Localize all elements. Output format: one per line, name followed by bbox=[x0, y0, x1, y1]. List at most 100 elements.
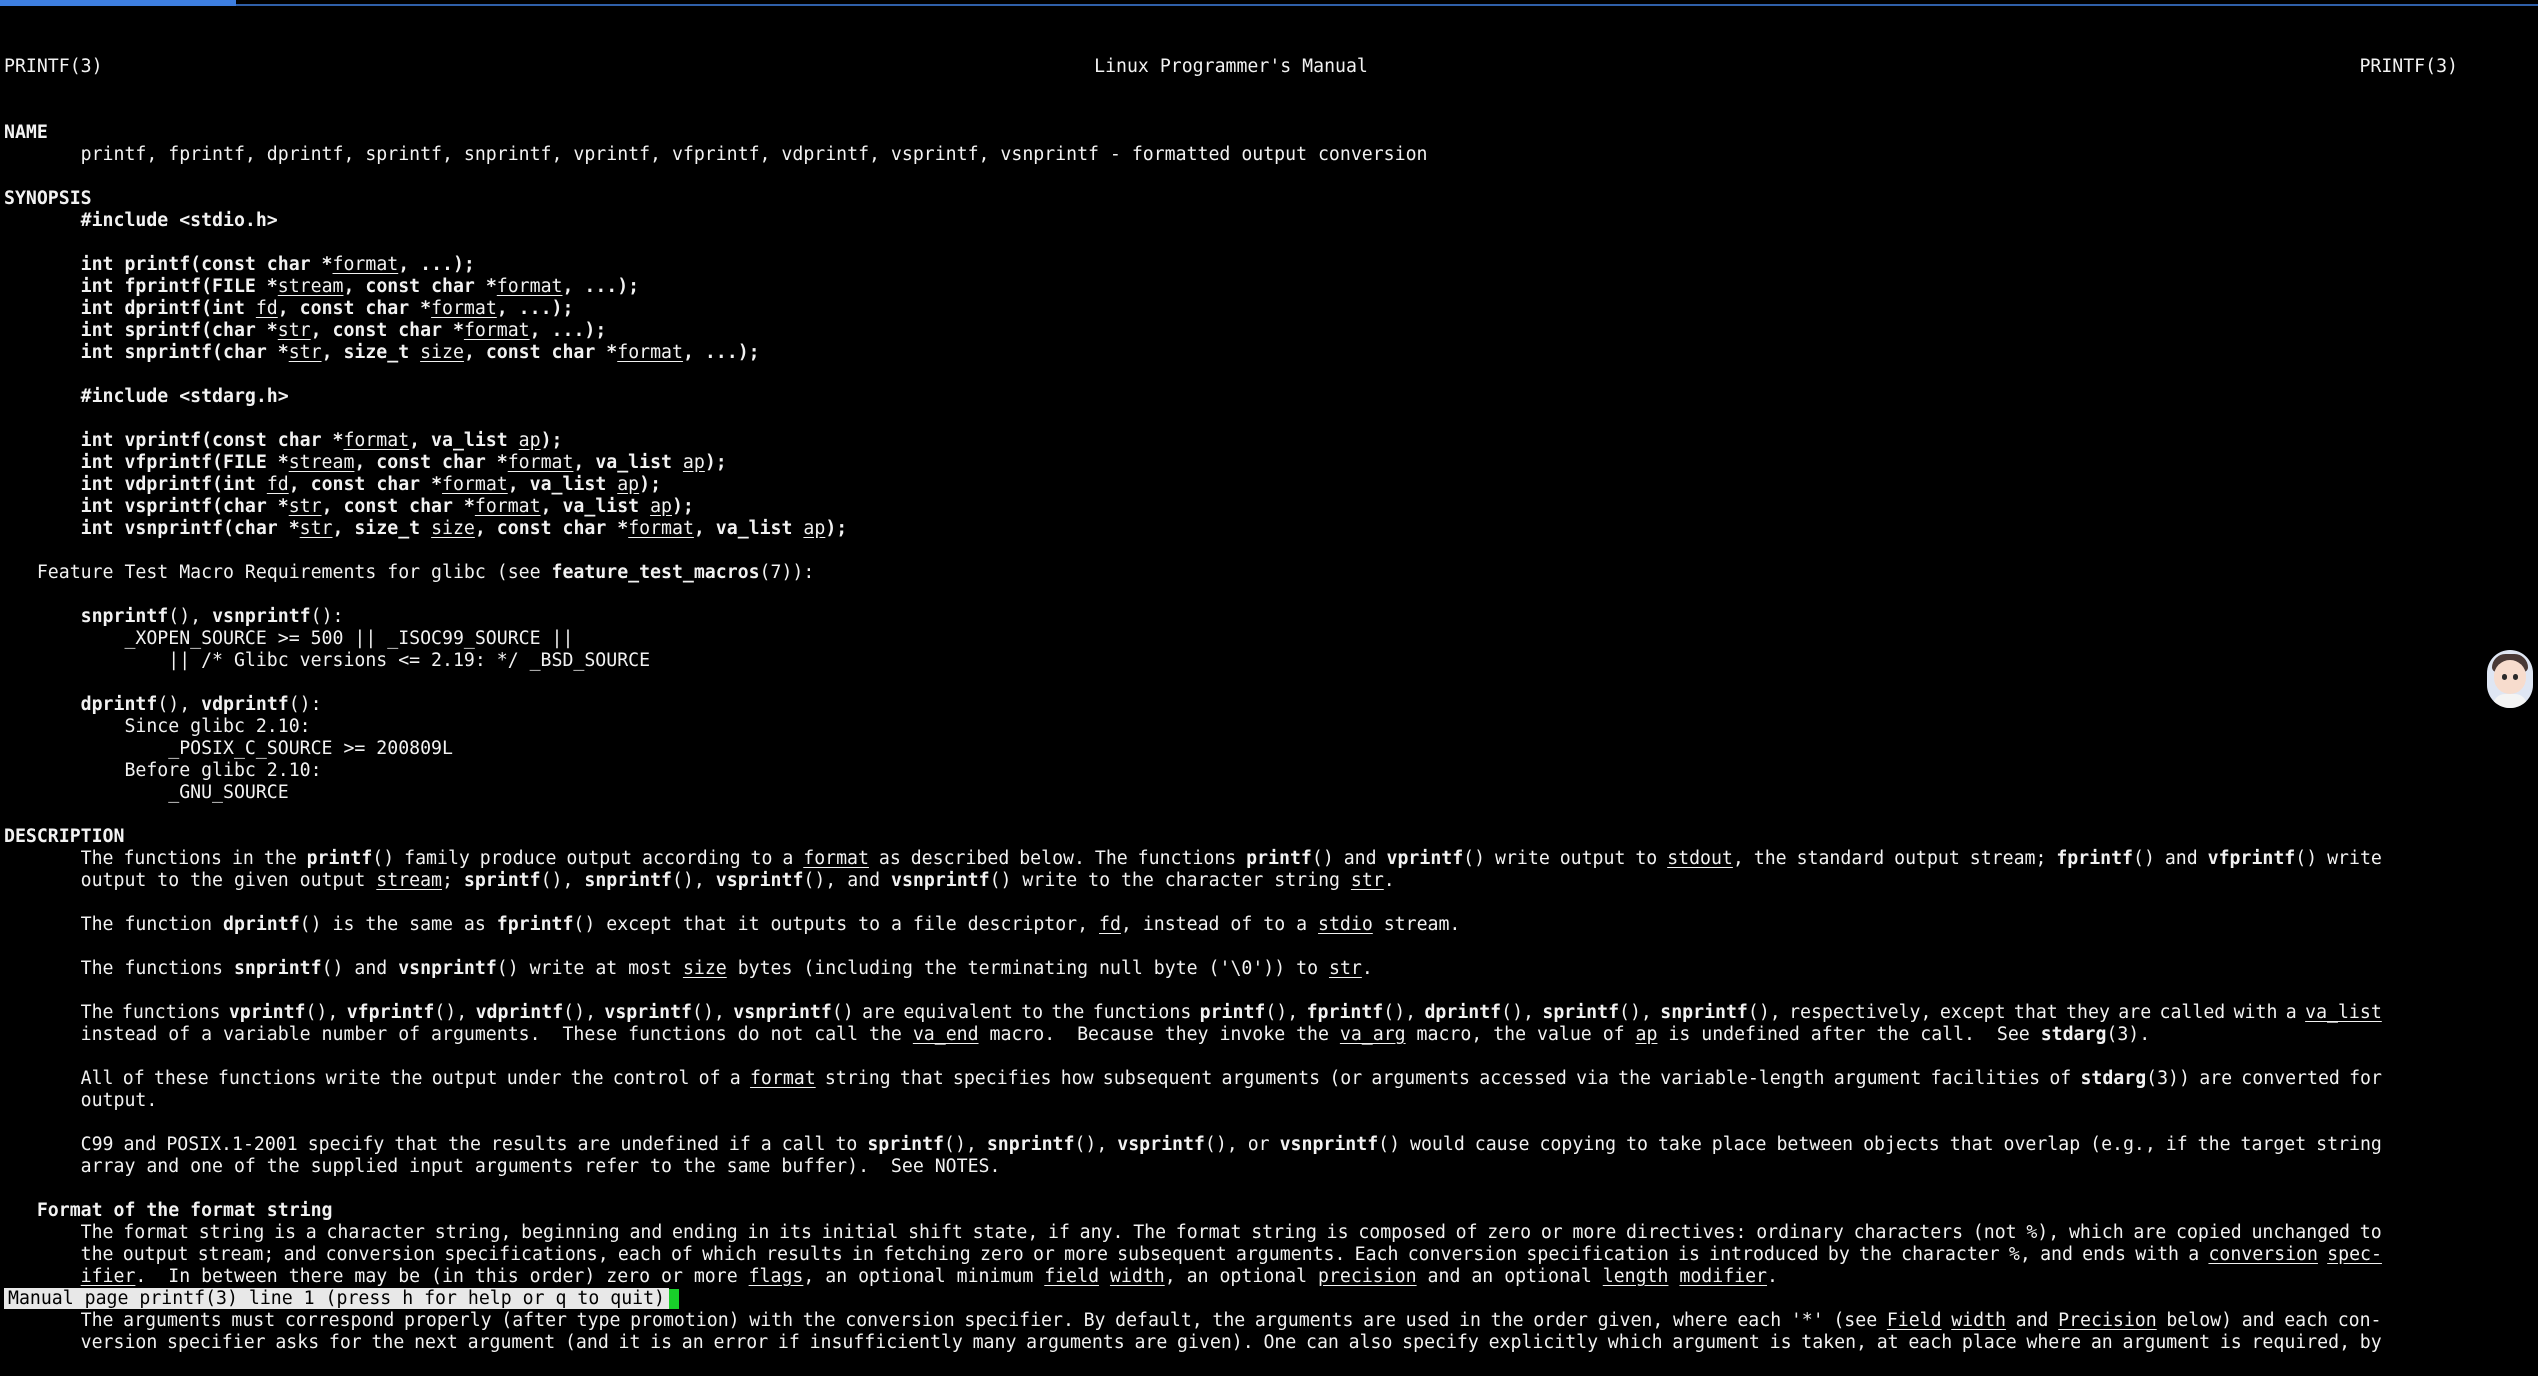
bold-text: vsnprintf bbox=[398, 958, 497, 979]
word: snprintf(), bbox=[986, 1134, 1108, 1155]
bold-text: snprintf bbox=[233, 958, 322, 979]
text bbox=[4, 276, 81, 297]
text: output. bbox=[4, 1090, 158, 1111]
bold-text: , const char * bbox=[288, 474, 443, 495]
word: it bbox=[618, 1332, 641, 1353]
word: cause bbox=[1474, 1134, 1530, 1155]
word: to bbox=[750, 848, 773, 869]
man-line bbox=[4, 232, 2474, 254]
word: functions bbox=[1137, 848, 1237, 869]
man-line bbox=[4, 166, 2474, 188]
word: output bbox=[431, 1068, 498, 1089]
word: fetching bbox=[883, 1244, 971, 1265]
underlined-text: va_end bbox=[912, 1024, 979, 1045]
text: (): bbox=[288, 694, 322, 715]
man-body: NAME printf, fprintf, dprintf, sprintf, … bbox=[4, 122, 2474, 1354]
underlined-text: stream bbox=[376, 870, 442, 891]
text: bytes (including the terminating null by… bbox=[726, 958, 1329, 979]
bold-text: , va_list bbox=[693, 518, 804, 539]
text: array and one of the supplied input argu… bbox=[4, 1156, 1001, 1177]
word: conversion bbox=[1407, 1244, 1518, 1265]
word: directives: bbox=[1626, 1222, 1747, 1243]
word: a bbox=[2285, 1002, 2297, 1023]
word: character bbox=[1901, 1244, 2000, 1265]
underlined-text: ifier bbox=[80, 1266, 136, 1287]
word: each bbox=[1737, 1310, 1782, 1331]
man-line bbox=[4, 804, 2474, 826]
word: the bbox=[1051, 1002, 1085, 1023]
text: Since glibc 2.10: bbox=[4, 716, 311, 737]
word: vsnprintf() bbox=[1279, 1134, 1401, 1155]
word: are bbox=[1134, 1332, 1168, 1353]
man-line bbox=[4, 672, 2474, 694]
bold-text: fprintf bbox=[496, 914, 574, 935]
bold-text: int sprintf(char * bbox=[80, 320, 278, 341]
word: sprintf(), bbox=[1542, 1002, 1652, 1023]
word: stdout, bbox=[1667, 848, 1744, 869]
bold-text: ); bbox=[671, 496, 694, 517]
text: (), and bbox=[803, 870, 892, 891]
word: sprintf(), bbox=[867, 1134, 977, 1155]
bold-text: , va_list bbox=[507, 474, 618, 495]
word: All bbox=[80, 1068, 114, 1089]
text bbox=[4, 474, 81, 495]
word: string bbox=[824, 1068, 891, 1089]
underlined-text: format bbox=[343, 430, 410, 451]
word: a bbox=[782, 848, 794, 869]
word: produce bbox=[479, 848, 557, 869]
word: write bbox=[325, 1068, 381, 1089]
bold-text: sprintf bbox=[463, 870, 541, 891]
underlined-text: precision bbox=[1318, 1266, 1417, 1287]
bold-text: #include <stdio.h> bbox=[80, 210, 278, 231]
bold-text: , ...); bbox=[562, 276, 640, 297]
man-line: #include <stdio.h> bbox=[4, 210, 2474, 232]
word: specifier bbox=[167, 1332, 266, 1353]
text: . bbox=[1767, 1266, 1778, 1287]
word: argument bbox=[2122, 1332, 2211, 1353]
man-line: int vsprintf(char *str, const char *form… bbox=[4, 496, 2474, 518]
word: many bbox=[972, 1332, 1017, 1353]
word: below. bbox=[1019, 848, 1085, 869]
word: in bbox=[1459, 1310, 1482, 1331]
assistant-avatar-icon[interactable] bbox=[2487, 650, 2533, 708]
text: Feature Test Macro Requirements for glib… bbox=[4, 562, 552, 583]
word: of bbox=[1455, 1222, 1478, 1243]
word: an bbox=[2090, 1332, 2113, 1353]
text: macro, the value of bbox=[1405, 1024, 1636, 1045]
word: place bbox=[1961, 1332, 2017, 1353]
man-line: int vsnprintf(char *str, size_t size, co… bbox=[4, 518, 2474, 540]
bold-text: , va_list bbox=[540, 496, 651, 517]
word: zero bbox=[1487, 1222, 1532, 1243]
word: argument bbox=[1833, 1068, 1922, 1089]
text: (), bbox=[671, 870, 716, 891]
word: string bbox=[198, 1222, 265, 1243]
word: insufficiently bbox=[809, 1332, 963, 1353]
word: arguments bbox=[1254, 1310, 1354, 1331]
man-line: the output stream; and conversion specificati… bbox=[4, 1244, 2382, 1266]
text: _XOPEN_SOURCE >= 500 || _ISOC99_SOURCE |… bbox=[4, 628, 574, 649]
underlined-text: str bbox=[288, 496, 322, 517]
text: () write to the character string bbox=[989, 870, 1351, 891]
word: which bbox=[702, 1244, 757, 1265]
word: specifier. bbox=[964, 1310, 1074, 1331]
text bbox=[4, 606, 81, 627]
word: in bbox=[747, 1222, 770, 1243]
text: (): bbox=[310, 606, 344, 627]
word: or bbox=[1032, 1244, 1055, 1265]
man-line: array and one of the supplied input argu… bbox=[4, 1156, 2474, 1178]
word: Precision bbox=[2058, 1310, 2157, 1331]
word: shift bbox=[908, 1222, 963, 1243]
man-line bbox=[4, 1112, 2474, 1134]
text bbox=[4, 496, 81, 517]
word: and bbox=[1343, 848, 1377, 869]
word: take bbox=[1657, 1134, 1702, 1155]
underlined-text: ap bbox=[803, 518, 826, 539]
word: functions bbox=[121, 1002, 221, 1023]
word: stream; bbox=[197, 1244, 275, 1265]
terminal-man-page[interactable]: PRINTF(3) Linux Programmer's Manual PRIN… bbox=[4, 12, 2474, 1376]
word: in bbox=[231, 848, 254, 869]
word: (and bbox=[564, 1332, 609, 1353]
word: vdprintf(), bbox=[475, 1002, 597, 1023]
bold-text: feature_test_macros bbox=[551, 562, 760, 583]
word: and bbox=[2040, 1244, 2073, 1265]
